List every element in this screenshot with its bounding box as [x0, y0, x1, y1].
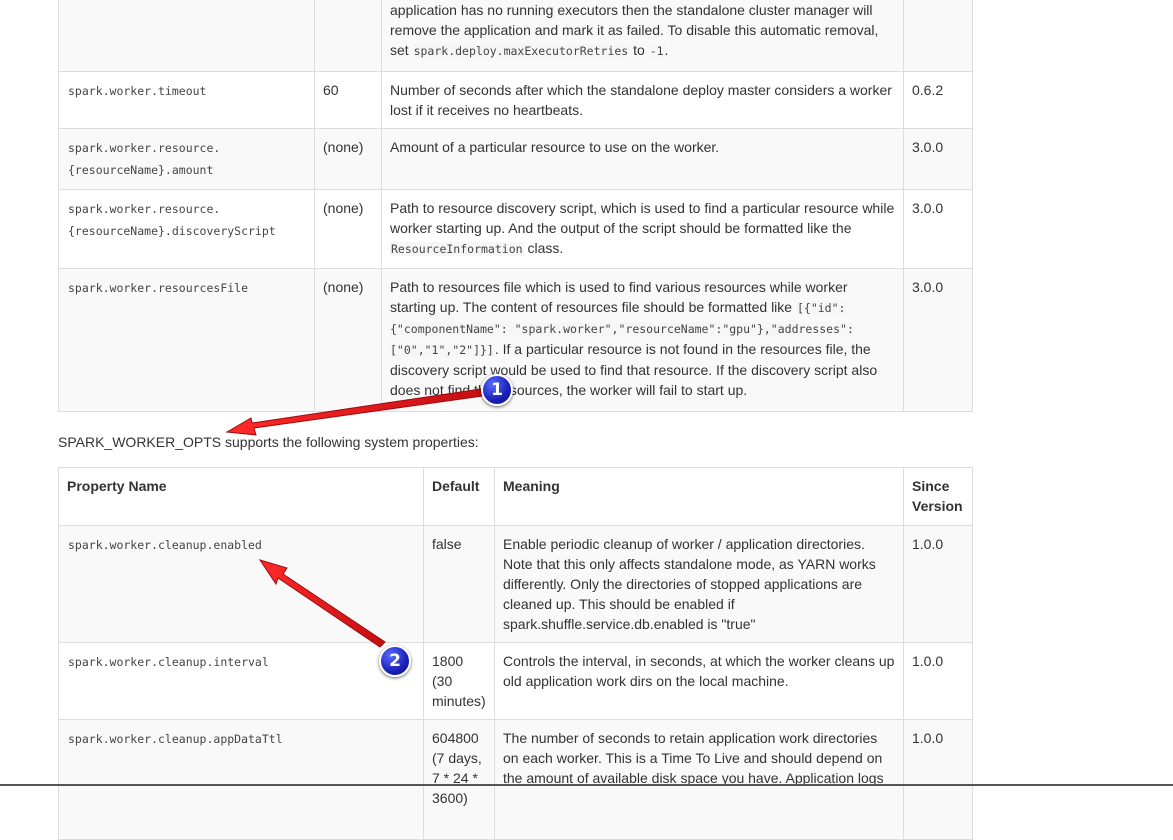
meaning-cell: Controls the interval, in seconds, at wh… [494, 642, 904, 720]
property-name-cell [58, 0, 315, 72]
default-cell: 60 [314, 71, 382, 129]
default-cell [314, 0, 382, 72]
config-code: spark.deploy.maxExecutorRetries [412, 44, 630, 58]
property-name-cell: spark.worker.cleanup.enabled [58, 525, 424, 643]
default-cell: false [423, 525, 495, 643]
table-row: application has no running executors the… [58, 0, 973, 72]
default-cell: 604800 (7 days, 7 * 24 * 3600) [423, 719, 495, 840]
since-cell: 3.0.0 [903, 128, 973, 190]
column-header-property-name: Property Name [58, 467, 424, 526]
property-name-cell: spark.worker.cleanup.appDataTtl [58, 719, 424, 840]
since-cell: 3.0.0 [903, 268, 973, 412]
step-1-badge-icon: 1 [481, 374, 513, 406]
table-row: spark.worker.cleanup.appDataTtl 604800 (… [58, 719, 973, 840]
property-name-cell: spark.worker.resource. {resourceName}.am… [58, 128, 315, 190]
meaning-cell: Enable periodic cleanup of worker / appl… [494, 525, 904, 643]
step-2-badge-icon: 2 [379, 645, 411, 677]
system-properties-intro: SPARK_WORKER_OPTS supports the following… [58, 434, 479, 450]
table-row: spark.worker.cleanup.interval 1800 (30 m… [58, 642, 973, 720]
table-row: spark.worker.resource. {resourceName}.am… [58, 128, 973, 190]
default-cell: 1800 (30 minutes) [423, 642, 495, 720]
property-name-cell: spark.worker.resourcesFile [58, 268, 315, 412]
since-cell: 3.0.0 [903, 189, 973, 269]
table-row: spark.worker.resource. {resourceName}.di… [58, 189, 973, 269]
meaning-cell: Number of seconds after which the standa… [381, 71, 904, 129]
meaning-cell: Amount of a particular resource to use o… [381, 128, 904, 190]
table-row: spark.worker.resourcesFile (none) Path t… [58, 268, 973, 412]
resource-properties-table: application has no running executors the… [58, 0, 973, 412]
meaning-cell: Path to resources file which is used to … [381, 268, 904, 412]
since-cell: 1.0.0 [903, 642, 973, 720]
meaning-cell: The number of seconds to retain applicat… [494, 719, 904, 840]
since-cell: 1.0.0 [903, 525, 973, 643]
property-name-cell: spark.worker.resource. {resourceName}.di… [58, 189, 315, 269]
meaning-cell: Path to resource discovery script, which… [381, 189, 904, 269]
default-cell: (none) [314, 128, 382, 190]
default-cell: (none) [314, 268, 382, 412]
since-cell [903, 0, 973, 72]
since-cell: 0.6.2 [903, 71, 973, 129]
property-name-cell: spark.worker.cleanup.interval [58, 642, 424, 720]
since-cell: 1.0.0 [903, 719, 973, 840]
class-code: ResourceInformation [390, 242, 524, 256]
table-row: spark.worker.cleanup.enabled false Enabl… [58, 525, 973, 643]
config-code: -1 [648, 44, 665, 58]
table-header-row: Property Name Default Meaning Since Vers… [58, 467, 973, 526]
table-row: spark.worker.timeout 60 Number of second… [58, 71, 973, 129]
column-header-meaning: Meaning [494, 467, 904, 526]
meaning-cell: application has no running executors the… [381, 0, 904, 72]
default-cell: (none) [314, 189, 382, 269]
property-name-cell: spark.worker.timeout [58, 71, 315, 129]
column-header-since-version: Since Version [903, 467, 973, 526]
column-header-default: Default [423, 467, 495, 526]
